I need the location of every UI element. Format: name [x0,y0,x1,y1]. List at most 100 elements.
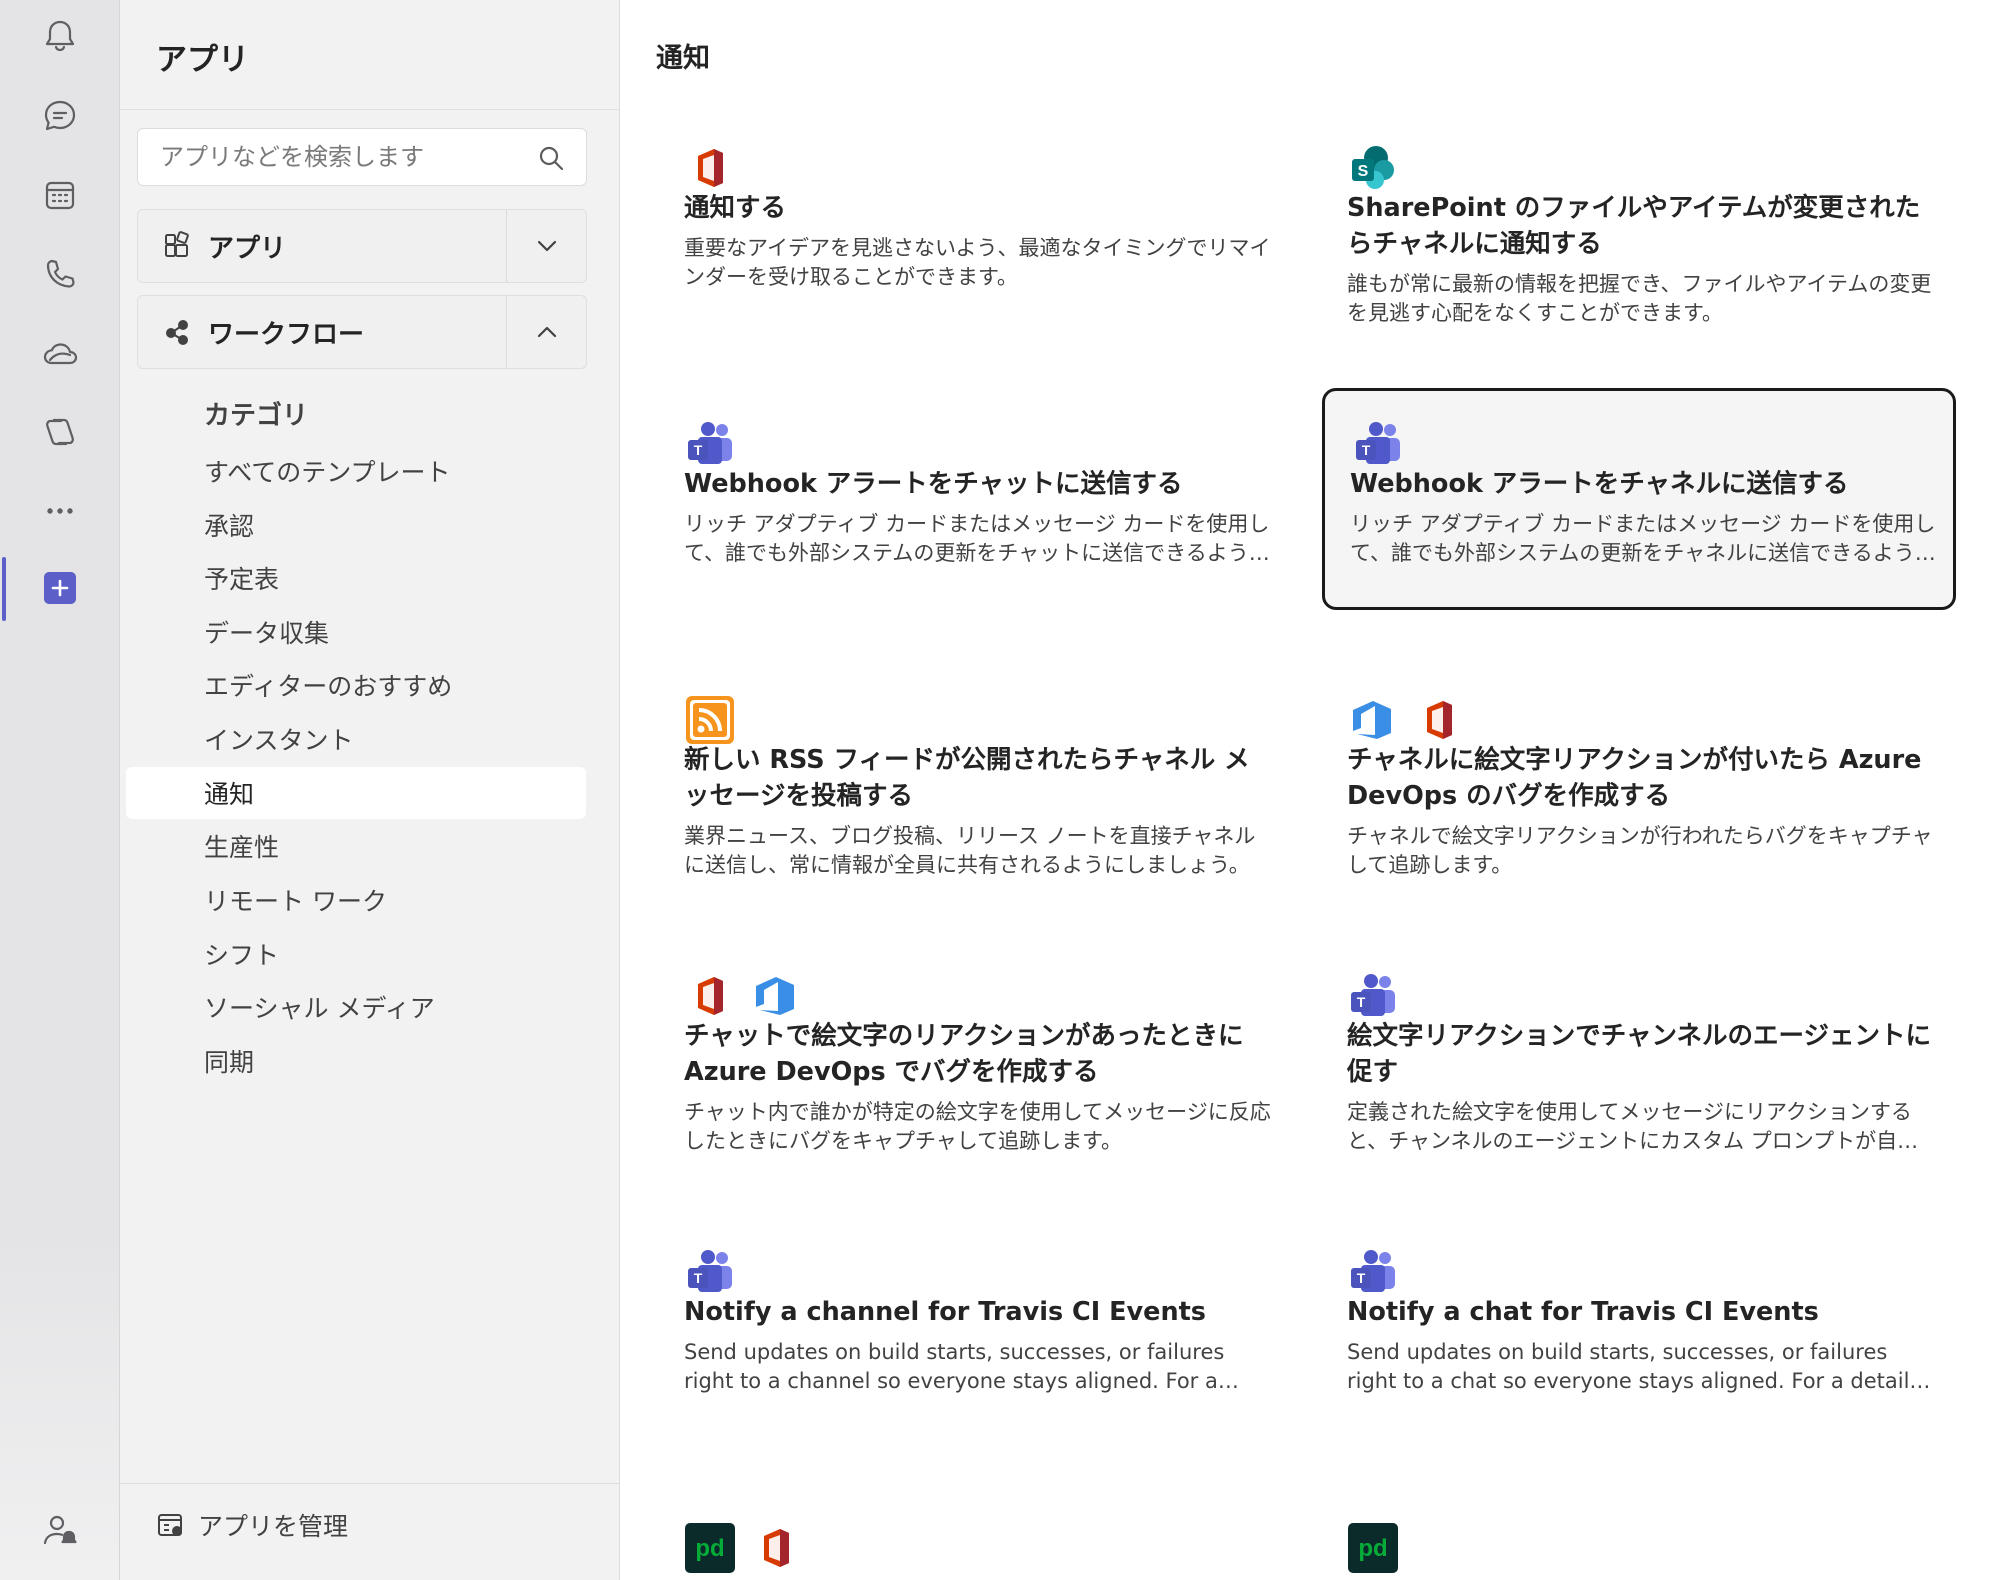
chevron-down-icon [537,240,557,252]
category-approvals[interactable]: 承認 [126,499,586,551]
section-apps-label: アプリ [208,233,287,264]
card-description: Send updates on build starts, successes,… [1347,1340,1936,1393]
category-all-templates[interactable]: すべてのテンプレート [126,445,586,497]
chat-icon [44,100,76,131]
category-sync[interactable]: 同期 [126,1035,586,1087]
pagerduty-icon: pd [684,1522,736,1574]
sharepoint-icon: S [1347,142,1399,194]
office-icon [684,142,736,194]
more-icon [47,508,73,514]
more-apps-button[interactable] [0,475,120,547]
office-icon [684,970,736,1022]
plus-icon [44,572,76,604]
card-description: 定義された絵文字を使用してメッセージにリアクションすると、チャンネルのエージェン… [1347,1100,1919,1153]
manage-apps-icon [158,1514,182,1536]
svg-text:T: T [1357,994,1366,1010]
activity-button[interactable] [0,0,120,72]
card-title: チャットで絵文字のリアクションがあったときに Azure DevOps でバグを… [684,1021,1244,1087]
card-title: 通知する [684,193,787,223]
svg-text:pd: pd [695,1535,724,1562]
card-title: 新しい RSS フィードが公開されたらチャネル メッセージを投稿する [684,745,1250,811]
search-box [137,128,587,186]
chevron-up-icon [537,326,557,338]
section-apps: アプリ [137,209,587,283]
card-title: Notify a channel for Travis CI Events [684,1297,1206,1327]
copilot-button[interactable] [0,396,120,468]
section-workflows: ワークフロー [137,295,587,369]
chat-button[interactable] [0,80,120,152]
pagerduty-icon: pd [1347,1522,1399,1574]
card-title: Webhook アラートをチャットに送信する [684,469,1183,499]
template-card[interactable]: T Webhook アラートをチャネルに送信する リッチ アダプティブ カードま… [1322,388,1956,610]
teams-icon: T [1347,1246,1399,1298]
sidebar-title: アプリ [156,42,249,78]
category-shifts[interactable]: シフト [126,928,586,980]
apps-button[interactable] [0,552,120,624]
cloud-icon [43,343,78,365]
section-workflows-header[interactable]: ワークフロー [138,296,506,368]
divider [120,1483,620,1484]
template-card[interactable]: チャットで絵文字のリアクションがあったときに Azure DevOps でバグを… [651,946,1285,1168]
svg-text:T: T [1357,1270,1366,1286]
app-rail [0,0,120,1580]
card-description: Send updates on build starts, successes,… [684,1340,1225,1393]
template-card[interactable]: チャネルに絵文字リアクションが付いたら Azure DevOps のバグを作成す… [1314,670,1948,892]
search-icon[interactable] [536,143,566,173]
calendar-button[interactable] [0,159,120,231]
template-card[interactable]: T 絵文字リアクションでチャンネルのエージェントに促す 定義された絵文字を使用し… [1314,946,1948,1168]
category-data-collection[interactable]: データ収集 [126,606,586,658]
card-description: 重要なアイデアを見逃さないよう、最適なタイミングでリマインダーを受け取ることがで… [684,236,1271,289]
office-icon [750,1522,802,1574]
teams-icon: T [684,418,736,470]
calendar-icon [45,181,75,210]
category-notifications[interactable]: 通知 [126,767,586,819]
category-heading: カテゴリ [204,401,309,431]
template-card[interactable]: T Webhook アラートをチャットに送信する リッチ アダプティブ カードま… [651,394,1285,616]
person-bell-icon [43,1515,77,1545]
template-card[interactable]: T Notify a chat for Travis CI Events Sen… [1314,1222,1948,1444]
template-card[interactable]: 通知する 重要なアイデアを見逃さないよう、最適なタイミングでリマインダーを受け取… [651,118,1285,340]
calls-button[interactable] [0,238,120,310]
category-productivity[interactable]: 生産性 [126,820,586,872]
category-remote-work[interactable]: リモート ワーク [126,874,586,926]
category-social-media[interactable]: ソーシャル メディア [126,981,586,1033]
manage-apps-button[interactable]: アプリを管理 [156,1505,348,1545]
template-card[interactable]: S SharePoint のファイルやアイテムが変更されたらチャネルに通知する … [1314,118,1948,340]
svg-text:pd: pd [1358,1535,1387,1562]
category-editors-picks[interactable]: エディターのおすすめ [126,659,586,711]
template-card[interactable]: pd [1314,1498,1948,1580]
template-card[interactable]: T Notify a channel for Travis CI Events … [651,1222,1285,1444]
card-title: SharePoint のファイルやアイテムが変更されたらチャネルに通知する [1347,193,1921,259]
svg-text:S: S [1358,163,1369,180]
card-title: Notify a chat for Travis CI Events [1347,1297,1819,1327]
card-description: 業界ニュース、ブログ投稿、リリース ノートを直接チャネルに送信し、常に情報が全員… [684,824,1256,877]
expand-button[interactable] [507,210,587,282]
section-apps-header[interactable]: アプリ [138,210,506,282]
workflow-icon [162,317,192,347]
category-instant[interactable]: インスタント [126,713,586,765]
card-description: チャネルで絵文字リアクションが行われたらバグをキャプチャして追跡します。 [1347,824,1933,877]
card-description: チャット内で誰かが特定の絵文字を使用してメッセージに反応したときにバグをキャプチ… [684,1100,1271,1153]
template-card[interactable]: 新しい RSS フィードが公開されたらチャネル メッセージを投稿する 業界ニュー… [651,670,1285,892]
bell-icon [45,20,75,52]
card-description: リッチ アダプティブ カードまたはメッセージ カードを使用して、誰でも外部システ… [1350,512,1936,565]
section-workflows-label: ワークフロー [208,319,365,350]
azure-devops-icon [1347,694,1399,746]
divider [120,109,620,110]
apps-grid-icon [162,231,192,261]
presence-button[interactable] [0,1494,120,1566]
collapse-button[interactable] [507,296,587,368]
category-calendar[interactable]: 予定表 [126,552,586,604]
search-input[interactable] [160,129,520,185]
onedrive-button[interactable] [0,317,120,389]
card-title: Webhook アラートをチャネルに送信する [1350,469,1849,499]
rss-icon [684,694,736,746]
svg-text:T: T [694,442,703,458]
teams-icon: T [684,1246,736,1298]
card-description: リッチ アダプティブ カードまたはメッセージ カードを使用して、誰でも外部システ… [684,512,1270,565]
card-title: チャネルに絵文字リアクションが付いたら Azure DevOps のバグを作成す… [1347,745,1922,811]
card-description: 誰もが常に最新の情報を把握でき、ファイルやアイテムの変更を見逃す心配をなくすこと… [1347,272,1932,325]
apps-sidebar: アプリ アプリ ワークフロー カテゴリ すべてのテン [120,0,620,1580]
template-card[interactable]: pd [651,1498,1285,1580]
office-icon [1413,694,1465,746]
